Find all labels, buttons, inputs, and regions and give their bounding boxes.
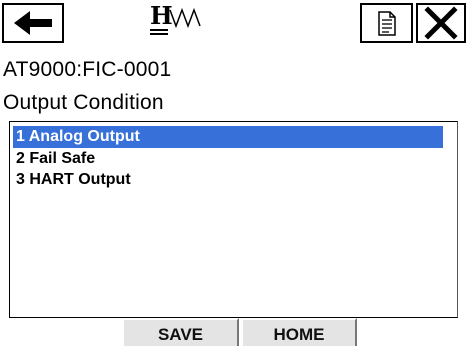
footer-bar: SAVE HOME xyxy=(0,318,467,346)
hart-logo-icon: H xyxy=(150,1,201,35)
toolbar: H xyxy=(0,0,467,50)
list-item-analog-output[interactable]: 1 Analog Output xyxy=(13,126,443,148)
hart-logo: H xyxy=(148,0,208,40)
menu-list[interactable]: 1 Analog Output 2 Fail Safe 3 HART Outpu… xyxy=(9,121,458,318)
document-button[interactable] xyxy=(360,3,413,43)
device-tag: AT9000:FIC-0001 xyxy=(3,58,172,81)
page-title: Output Condition xyxy=(3,91,164,114)
save-button[interactable]: SAVE xyxy=(122,318,239,346)
close-button[interactable] xyxy=(416,3,466,43)
document-icon xyxy=(378,11,396,36)
home-button[interactable]: HOME xyxy=(241,318,357,346)
list-item-fail-safe[interactable]: 2 Fail Safe xyxy=(13,148,95,170)
list-item-hart-output[interactable]: 3 HART Output xyxy=(13,169,131,191)
left-arrow-icon xyxy=(14,11,52,35)
back-button[interactable] xyxy=(2,3,64,43)
close-icon xyxy=(424,6,458,40)
logo-letter: H xyxy=(150,1,173,30)
